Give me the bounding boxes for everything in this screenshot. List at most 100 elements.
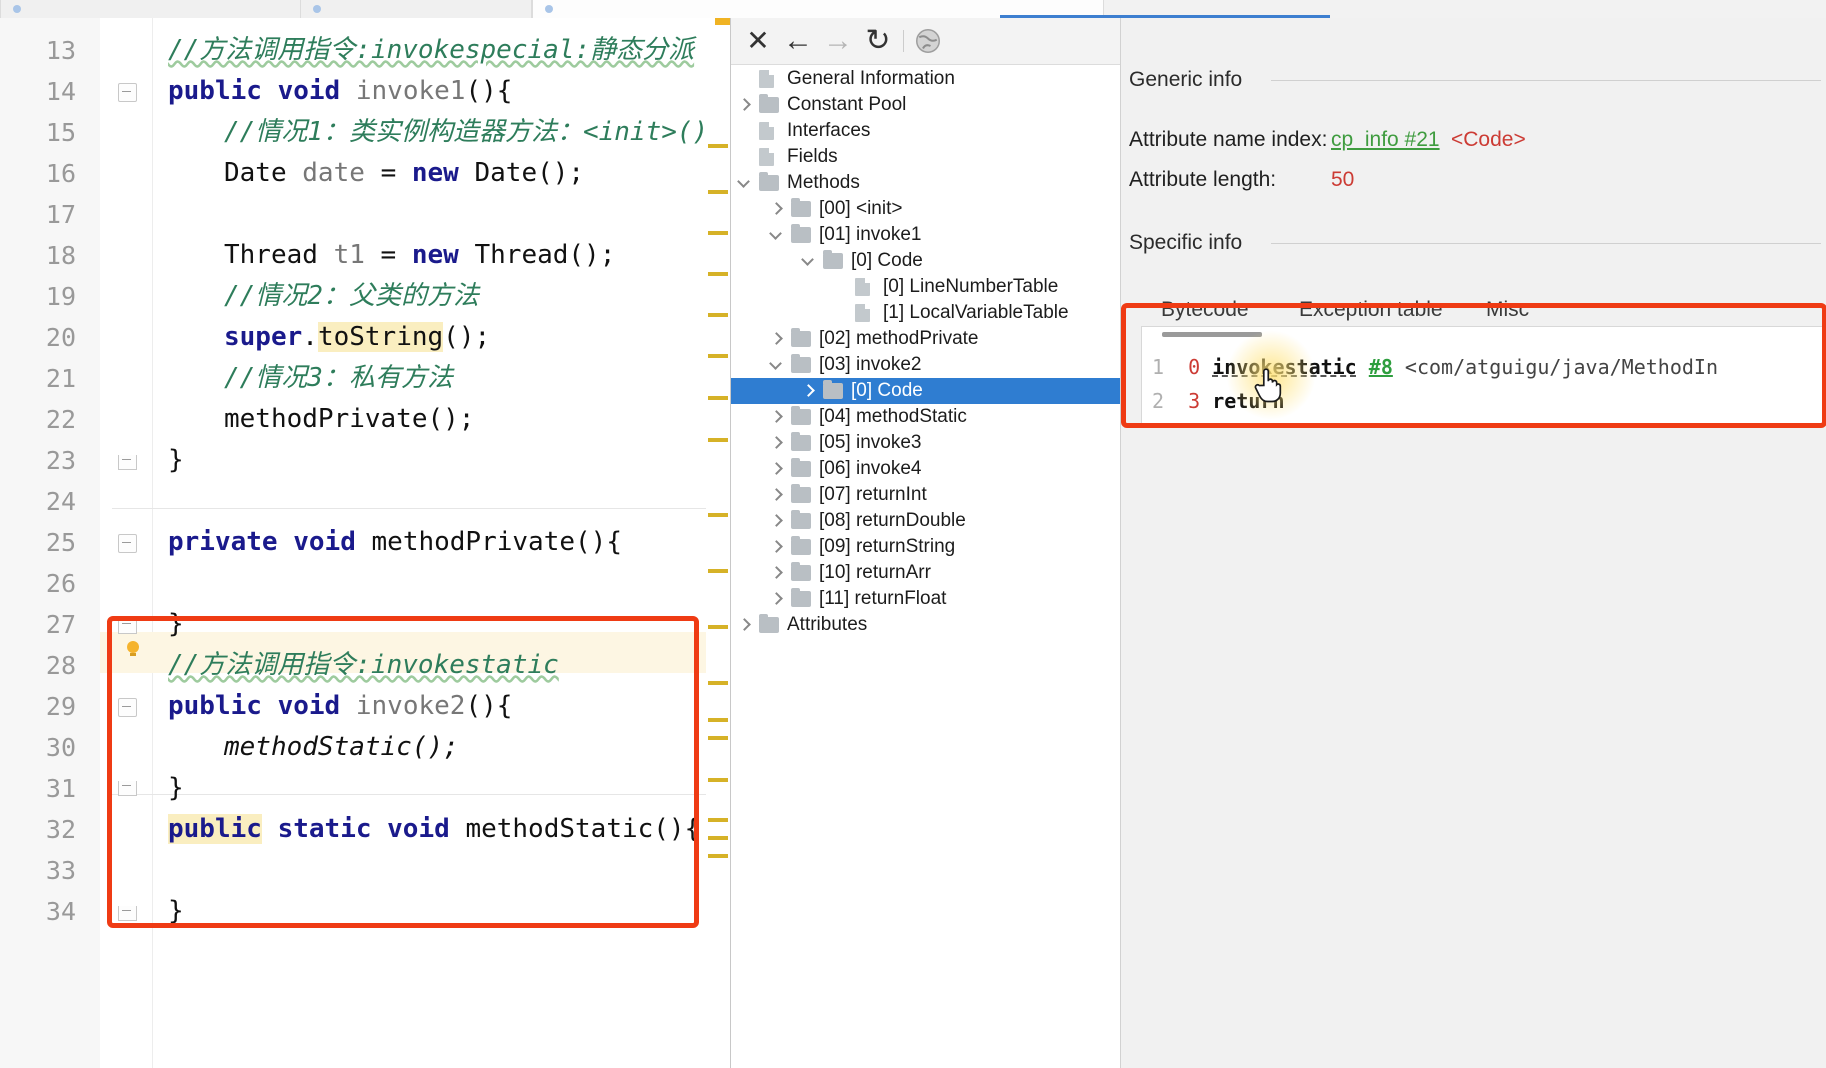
code-line-18: Thread t1 = new Thread(); — [224, 235, 615, 276]
chevron-right-icon[interactable] — [769, 436, 783, 450]
line-number: 23 — [45, 446, 76, 475]
change-marker — [708, 718, 728, 722]
tree-item[interactable]: [00] <init> — [731, 196, 1120, 222]
chevron-right-icon[interactable] — [737, 618, 751, 632]
code-line-22: methodPrivate(); — [224, 404, 475, 434]
chevron-down-icon[interactable] — [737, 176, 751, 190]
tree-item[interactable]: Fields — [731, 144, 1120, 170]
code-editor[interactable]: 13 14 15 16 17 18 19 20 21 22 23 24 25 2… — [0, 18, 731, 1068]
editor-marker-gutter[interactable] — [706, 18, 730, 1068]
folder-icon — [759, 172, 779, 191]
forward-arrow-icon[interactable]: → — [823, 26, 853, 56]
tree-item[interactable]: Methods — [731, 170, 1120, 196]
section-rule — [1271, 80, 1821, 81]
tree-item-label: Fields — [787, 146, 838, 167]
code-line-23: } — [168, 445, 184, 475]
error-stripe-marker[interactable] — [715, 18, 730, 25]
tree-item[interactable]: [07] returnInt — [731, 482, 1120, 508]
back-arrow-icon[interactable]: ← — [783, 26, 813, 56]
tree-item[interactable]: [0] Code — [731, 248, 1120, 274]
chevron-right-icon[interactable] — [737, 98, 751, 112]
chevron-right-icon[interactable] — [769, 332, 783, 346]
line-number: 28 — [45, 651, 76, 680]
assign: = — [380, 158, 412, 188]
attribute-length-label: Attribute length: — [1129, 168, 1277, 191]
browser-globe-icon[interactable] — [913, 26, 943, 56]
tree-item-label: [00] <init> — [819, 198, 903, 219]
tree-item[interactable]: Interfaces — [731, 118, 1120, 144]
document-icon — [855, 278, 870, 296]
ctor-date: Date(); — [474, 158, 585, 188]
chevron-right-icon[interactable] — [769, 202, 783, 216]
tree-item[interactable]: [0] Code — [731, 378, 1120, 404]
classfile-tree[interactable]: General Information Constant Pool Interfac… — [731, 64, 1120, 1068]
tree-item[interactable]: [01] invoke1 — [731, 222, 1120, 248]
window-tab-strip — [0, 0, 1826, 19]
tree-item[interactable]: [1] LocalVariableTable — [731, 300, 1120, 326]
tree-item[interactable]: [08] returnDouble — [731, 508, 1120, 534]
attribute-name-index-value: <Code> — [1451, 128, 1526, 151]
folder-icon — [791, 198, 811, 217]
fold-handle-methodprivate[interactable] — [118, 534, 137, 553]
chevron-down-icon[interactable] — [769, 228, 783, 242]
change-marker — [708, 778, 728, 782]
tree-item[interactable]: [0] LineNumberTable — [731, 274, 1120, 300]
chevron-right-icon[interactable] — [769, 410, 783, 424]
change-marker — [708, 272, 728, 276]
folder-icon — [791, 354, 811, 373]
reload-icon[interactable]: ↻ — [863, 26, 893, 56]
tree-item[interactable]: [02] methodPrivate — [731, 326, 1120, 352]
annotation-box-bytecode — [1121, 303, 1826, 428]
window-tab-2[interactable] — [300, 0, 532, 18]
line-number: 19 — [45, 282, 76, 311]
tree-item-label: Attributes — [787, 614, 868, 635]
chevron-right-icon[interactable] — [769, 566, 783, 580]
line-number: 25 — [45, 528, 76, 557]
tree-item[interactable]: [04] methodStatic — [731, 404, 1120, 430]
tree-item[interactable]: [10] returnArr — [731, 560, 1120, 586]
attribute-detail-panel: Generic info Attribute name index: cp_in… — [1120, 18, 1826, 1068]
tab-icon — [313, 5, 321, 13]
tree-item-label: [08] returnDouble — [819, 510, 966, 531]
tree-item[interactable]: Constant Pool — [731, 92, 1120, 118]
chevron-right-icon[interactable] — [769, 462, 783, 476]
tree-item-label: [11] returnFloat — [819, 588, 947, 609]
tree-item[interactable]: [11] returnFloat — [731, 586, 1120, 612]
line-number: 24 — [45, 487, 76, 516]
code-line-16: Date date = new Date(); — [224, 153, 584, 194]
folder-icon — [759, 94, 779, 113]
chevron-down-icon[interactable] — [769, 358, 783, 372]
change-marker — [708, 438, 728, 442]
change-marker — [708, 190, 728, 194]
chevron-right-icon[interactable] — [769, 514, 783, 528]
keyword-new: new — [411, 158, 459, 188]
tree-item-label: [0] LineNumberTable — [883, 276, 1059, 297]
tree-item-label: [04] methodStatic — [819, 406, 967, 427]
fold-handle-invoke1[interactable] — [118, 83, 137, 102]
tree-item-label: [05] invoke3 — [819, 432, 922, 453]
folder-icon — [791, 588, 811, 607]
code-line-19: //情况2：父类的方法 — [224, 281, 479, 311]
tree-item[interactable]: General Information — [731, 66, 1120, 92]
chevron-right-icon[interactable] — [801, 384, 815, 398]
change-marker — [708, 396, 728, 400]
tree-item[interactable]: [05] invoke3 — [731, 430, 1120, 456]
chevron-down-icon[interactable] — [801, 254, 815, 268]
tree-item[interactable]: [09] returnString — [731, 534, 1120, 560]
attribute-name-index-link[interactable]: cp_info #21 — [1331, 128, 1440, 152]
line-number: 13 — [45, 36, 76, 65]
punct: (){ — [465, 76, 513, 106]
chevron-right-icon[interactable] — [769, 592, 783, 606]
tree-item[interactable]: [06] invoke4 — [731, 456, 1120, 482]
folder-icon — [791, 562, 811, 581]
tree-item[interactable]: [03] invoke2 — [731, 352, 1120, 378]
fold-end-marker[interactable] — [118, 455, 137, 470]
dot: . — [302, 322, 318, 352]
chevron-right-icon[interactable] — [769, 488, 783, 502]
tree-item[interactable]: Attributes — [731, 612, 1120, 638]
chevron-right-icon[interactable] — [769, 540, 783, 554]
tree-item-label: [0] Code — [851, 250, 923, 271]
close-icon[interactable]: ✕ — [743, 26, 773, 56]
change-marker — [708, 231, 728, 235]
window-tab-1[interactable] — [0, 0, 302, 18]
